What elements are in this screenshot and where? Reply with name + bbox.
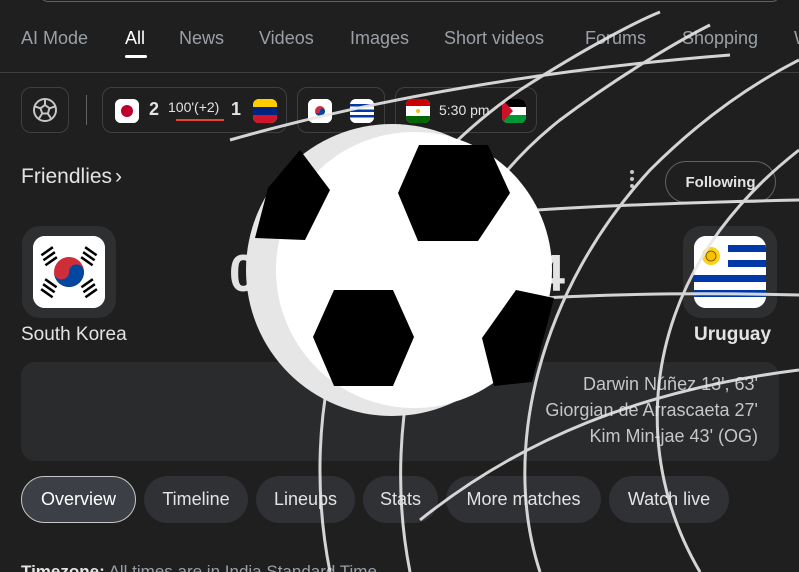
tab-more-matches[interactable]: More matches [446, 476, 601, 523]
japan-flag-icon [115, 99, 139, 123]
tab-videos[interactable]: Videos [259, 28, 314, 49]
tab-news[interactable]: News [179, 28, 224, 49]
sports-button[interactable] [21, 87, 69, 133]
strip-divider [86, 95, 87, 125]
away-team-logo[interactable] [683, 226, 777, 318]
scorer-line: Giorgian de Arrascaeta 27' [545, 400, 758, 420]
away-score: 1 [231, 99, 242, 119]
timezone-text: All times are in India Standard Time [108, 562, 377, 572]
tab-all[interactable]: All [125, 28, 145, 49]
palestine-flag-icon [502, 99, 526, 123]
scorer-line: Kim Min-jae 43' (OG) [589, 426, 758, 446]
uruguay-flag-icon [350, 99, 374, 123]
tab-images[interactable]: Images [350, 28, 409, 49]
tab-timeline[interactable]: Timeline [144, 476, 248, 523]
home-team-name[interactable]: South Korea [21, 324, 127, 346]
search-tabs: AI Mode All News Videos Images Short vid… [0, 0, 799, 73]
competition-name: Friendlies [21, 165, 113, 188]
match-minute: 100'(+2) [168, 99, 220, 115]
chevron-right-icon: › [115, 165, 123, 188]
tab-short-videos[interactable]: Short videos [444, 28, 544, 49]
match-chip-2[interactable] [297, 87, 385, 133]
tab-stats[interactable]: Stats [363, 476, 438, 523]
away-final-score: 4 [536, 245, 565, 303]
away-team-name[interactable]: Uruguay [694, 324, 771, 346]
match-chip-1[interactable]: 2 100'(+2) 1 [102, 87, 287, 133]
home-final-score: 0 [229, 245, 258, 303]
tab-shopping[interactable]: Shopping [682, 28, 758, 49]
tab-forums[interactable]: Forums [585, 28, 646, 49]
tab-ai-mode[interactable]: AI Mode [21, 28, 88, 49]
soccer-ball-icon [33, 98, 57, 122]
home-score: 2 [149, 99, 160, 119]
timezone-label: Timezone: [21, 562, 105, 572]
live-indicator [176, 119, 224, 121]
more-vert-icon[interactable] [628, 170, 636, 190]
tab-watch-live[interactable]: Watch live [609, 476, 729, 523]
active-tab-indicator [125, 55, 147, 58]
tab-overview[interactable]: Overview [21, 476, 136, 523]
venezuela-flag-icon [253, 99, 277, 123]
competition-title[interactable]: Friendlies › [21, 165, 122, 189]
tajikistan-flag-icon [406, 99, 430, 123]
south-korea-flag-icon [33, 236, 105, 308]
kickoff-time: 5:30 pm [439, 102, 490, 118]
south-korea-flag-icon [308, 99, 332, 123]
home-team-logo[interactable] [22, 226, 116, 318]
uruguay-flag-icon [694, 236, 766, 308]
goal-scorers-card: Darwin Núñez 13', 63' Giorgian de Arrasc… [21, 362, 779, 461]
match-chip-3[interactable]: 5:30 pm [395, 87, 537, 133]
scorer-line: Darwin Núñez 13', 63' [583, 374, 758, 394]
following-button[interactable]: Following [665, 161, 776, 203]
tab-lineups[interactable]: Lineups [256, 476, 355, 523]
tab-more[interactable]: W [794, 28, 799, 49]
timezone-note: Timezone: All times are in India Standar… [21, 562, 377, 572]
